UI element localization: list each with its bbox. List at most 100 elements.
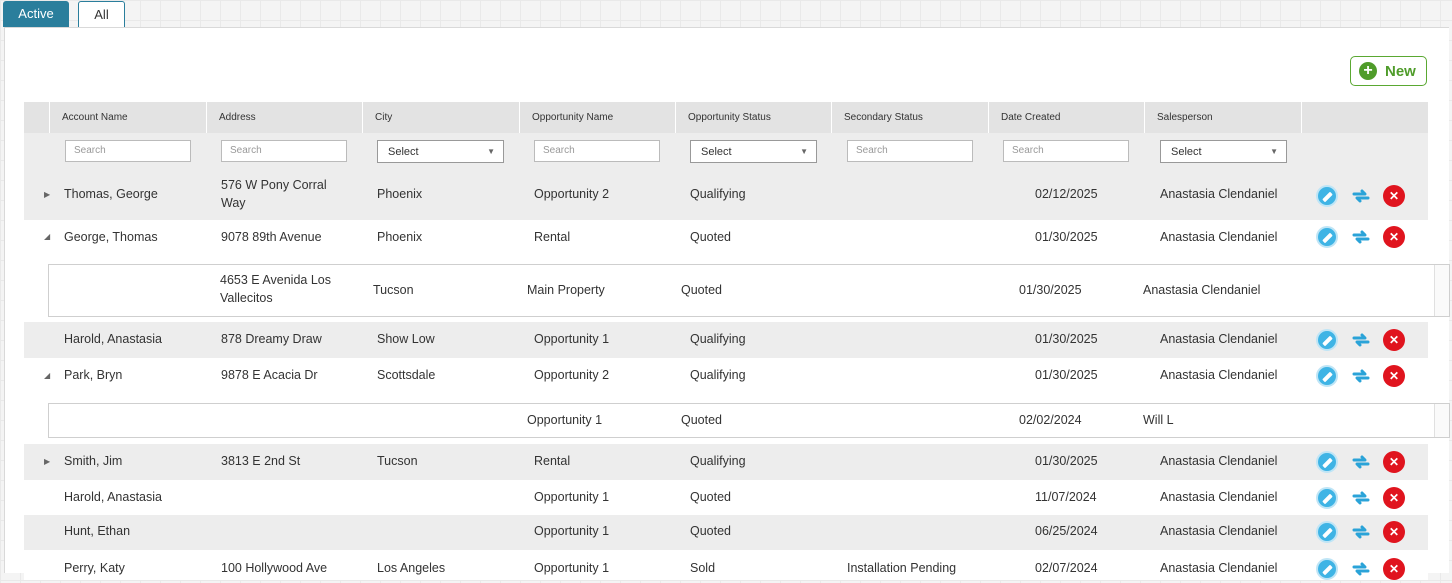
delete-x-icon[interactable]: ✕ bbox=[1383, 226, 1405, 248]
triangle-collapse-icon[interactable]: ◢ bbox=[44, 232, 50, 241]
cell-city: Show Low bbox=[377, 332, 435, 346]
cell-opportunity[interactable]: Opportunity 1 bbox=[534, 330, 609, 348]
cell-opportunity[interactable]: Opportunity 2 bbox=[534, 185, 609, 203]
col-account-name[interactable]: Account Name bbox=[49, 102, 206, 133]
cell-status: Qualifying bbox=[690, 332, 746, 346]
cell-account[interactable]: Harold, Anastasia bbox=[64, 330, 162, 348]
detail-scrollbar[interactable] bbox=[1434, 404, 1449, 437]
cell-salesperson: Anastasia Clendaniel bbox=[1160, 454, 1278, 468]
edit-pencil-icon[interactable] bbox=[1316, 487, 1338, 509]
cell-opportunity[interactable]: Rental bbox=[534, 452, 570, 470]
edit-pencil-icon[interactable] bbox=[1316, 185, 1338, 207]
cell-salesperson: Will L bbox=[1143, 413, 1174, 427]
table-row[interactable]: Harold, Anastasia Opportunity 1 Quoted 1… bbox=[24, 480, 1428, 516]
cell-status: Qualifying bbox=[690, 187, 746, 201]
cell-date: 02/12/2025 bbox=[1035, 187, 1098, 201]
transfer-arrows-icon[interactable] bbox=[1350, 185, 1372, 207]
cell-address: 9878 E Acacia Dr bbox=[221, 368, 318, 382]
col-opportunity-status[interactable]: Opportunity Status bbox=[675, 102, 831, 133]
cell-status: Quoted bbox=[681, 413, 723, 427]
edit-pencil-icon[interactable] bbox=[1316, 451, 1338, 473]
cell-opportunity[interactable]: Opportunity 1 bbox=[527, 411, 602, 429]
cell-city: Los Angeles bbox=[377, 561, 446, 575]
table-row[interactable]: Harold, Anastasia 878 Dreamy Draw Show L… bbox=[24, 322, 1428, 359]
tab-active[interactable]: Active bbox=[3, 1, 69, 27]
transfer-arrows-icon[interactable] bbox=[1350, 226, 1372, 248]
cell-status: Quoted bbox=[681, 283, 723, 297]
cell-account[interactable]: Park, Bryn bbox=[64, 366, 122, 384]
cell-opportunity[interactable]: Opportunity 1 bbox=[534, 559, 609, 577]
cell-opportunity[interactable]: Opportunity 1 bbox=[534, 488, 609, 506]
triangle-collapse-icon[interactable]: ◢ bbox=[44, 371, 50, 380]
triangle-expand-icon[interactable]: ▶ bbox=[44, 190, 50, 199]
filter-opportunity-search[interactable]: Search bbox=[534, 140, 660, 162]
transfer-arrows-icon[interactable] bbox=[1350, 558, 1372, 580]
transfer-arrows-icon[interactable] bbox=[1350, 521, 1372, 543]
cell-account[interactable]: Perry, Katy bbox=[64, 559, 125, 577]
col-actions bbox=[1301, 102, 1428, 133]
cell-address: 9078 89th Avenue bbox=[221, 230, 322, 244]
cell-date: 02/07/2024 bbox=[1035, 561, 1098, 575]
filter-salesperson-select[interactable]: Select ▼ bbox=[1160, 140, 1287, 163]
triangle-expand-icon[interactable]: ▶ bbox=[44, 457, 50, 466]
delete-x-icon[interactable]: ✕ bbox=[1383, 558, 1405, 580]
cell-account[interactable]: Thomas, George bbox=[64, 185, 158, 203]
table-row[interactable]: Hunt, Ethan Opportunity 1 Quoted 06/25/2… bbox=[24, 515, 1428, 551]
delete-x-icon[interactable]: ✕ bbox=[1383, 521, 1405, 543]
filter-city-select-label: Select bbox=[388, 146, 419, 158]
filter-date-search[interactable]: Search bbox=[1003, 140, 1129, 162]
cell-account[interactable]: Smith, Jim bbox=[64, 452, 122, 470]
filter-city-select[interactable]: Select ▼ bbox=[377, 140, 504, 163]
cell-opportunity[interactable]: Opportunity 1 bbox=[534, 522, 609, 540]
delete-x-icon[interactable]: ✕ bbox=[1383, 329, 1405, 351]
table-row[interactable]: ▶ Smith, Jim 3813 E 2nd St Tucson Rental… bbox=[24, 444, 1428, 481]
chevron-down-icon: ▼ bbox=[487, 147, 495, 156]
cell-opportunity[interactable]: Main Property bbox=[527, 281, 605, 299]
transfer-arrows-icon[interactable] bbox=[1350, 365, 1372, 387]
tab-all[interactable]: All bbox=[78, 1, 125, 29]
edit-pencil-icon[interactable] bbox=[1316, 365, 1338, 387]
col-address[interactable]: Address bbox=[206, 102, 362, 133]
delete-x-icon[interactable]: ✕ bbox=[1383, 451, 1405, 473]
cell-address: 100 Hollywood Ave bbox=[221, 561, 328, 575]
col-salesperson[interactable]: Salesperson bbox=[1144, 102, 1301, 133]
chevron-down-icon: ▼ bbox=[800, 147, 808, 156]
table-row[interactable]: ▶ Thomas, George 576 W Pony Corral Way P… bbox=[24, 173, 1428, 221]
cell-status: Quoted bbox=[690, 524, 732, 538]
delete-x-icon[interactable]: ✕ bbox=[1383, 365, 1405, 387]
filter-status-select[interactable]: Select ▼ bbox=[690, 140, 817, 163]
transfer-arrows-icon[interactable] bbox=[1350, 487, 1372, 509]
new-button-label: New bbox=[1385, 63, 1416, 80]
detail-row[interactable]: 4653 E Avenida Los Vallecitos Tucson Mai… bbox=[48, 264, 1450, 317]
filter-account-search[interactable]: Search bbox=[65, 140, 191, 162]
transfer-arrows-icon[interactable] bbox=[1350, 329, 1372, 351]
detail-scrollbar[interactable] bbox=[1434, 265, 1449, 316]
edit-pencil-icon[interactable] bbox=[1316, 329, 1338, 351]
cell-account[interactable]: Harold, Anastasia bbox=[64, 488, 162, 506]
col-date-created[interactable]: Date Created bbox=[988, 102, 1144, 133]
grid-header: Account Name Address City Opportunity Na… bbox=[24, 102, 1428, 133]
delete-x-icon[interactable]: ✕ bbox=[1383, 487, 1405, 509]
table-row[interactable]: ◢ George, Thomas 9078 89th Avenue Phoeni… bbox=[24, 220, 1428, 256]
col-secondary-status[interactable]: Secondary Status bbox=[831, 102, 988, 133]
table-row[interactable]: ◢ Park, Bryn 9878 E Acacia Dr Scottsdale… bbox=[24, 358, 1428, 395]
edit-pencil-icon[interactable] bbox=[1316, 558, 1338, 580]
transfer-arrows-icon[interactable] bbox=[1350, 451, 1372, 473]
edit-pencil-icon[interactable] bbox=[1316, 521, 1338, 543]
table-row[interactable]: Perry, Katy 100 Hollywood Ave Los Angele… bbox=[24, 550, 1428, 580]
col-city[interactable]: City bbox=[362, 102, 519, 133]
cell-account[interactable]: Hunt, Ethan bbox=[64, 522, 130, 540]
delete-x-icon[interactable]: ✕ bbox=[1383, 185, 1405, 207]
cell-address: 576 W Pony Corral Way bbox=[221, 178, 327, 210]
detail-row[interactable]: Opportunity 1 Quoted 02/02/2024 Will L bbox=[48, 403, 1450, 438]
cell-opportunity[interactable]: Opportunity 2 bbox=[534, 366, 609, 384]
filter-secondary-search[interactable]: Search bbox=[847, 140, 973, 162]
filter-address-search[interactable]: Search bbox=[221, 140, 347, 162]
edit-pencil-icon[interactable] bbox=[1316, 226, 1338, 248]
new-button[interactable]: + New bbox=[1350, 56, 1427, 86]
cell-salesperson: Anastasia Clendaniel bbox=[1143, 283, 1261, 297]
cell-salesperson: Anastasia Clendaniel bbox=[1160, 187, 1278, 201]
cell-opportunity[interactable]: Rental bbox=[534, 228, 570, 246]
col-opportunity-name[interactable]: Opportunity Name bbox=[519, 102, 675, 133]
cell-account[interactable]: George, Thomas bbox=[64, 228, 158, 246]
